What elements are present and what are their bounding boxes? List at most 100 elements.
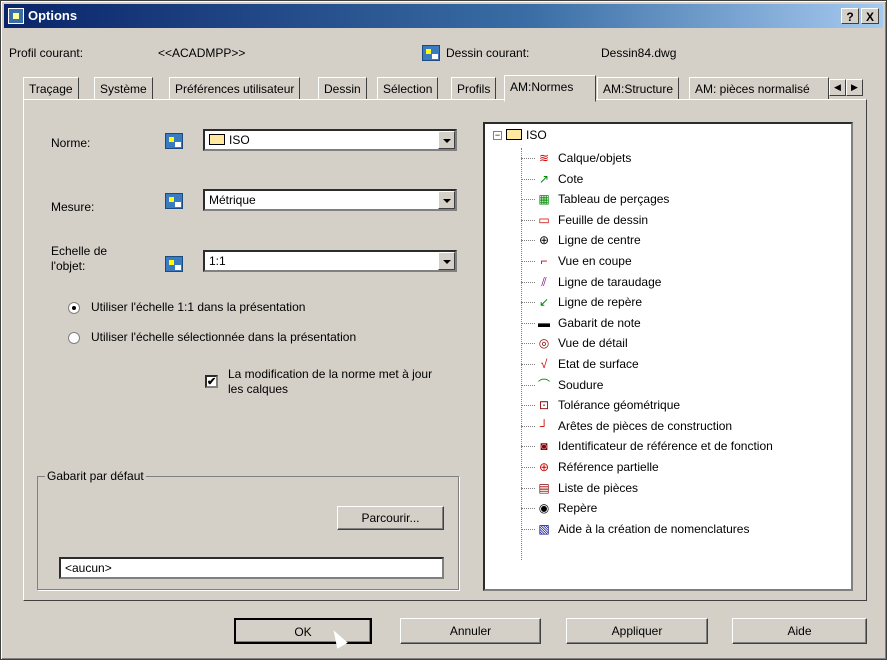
centerline-icon: ⊕ — [538, 233, 550, 248]
tab-am-normes[interactable]: AM:Normes — [504, 75, 596, 102]
tree-connector — [521, 343, 535, 345]
update-layers-label-line2[interactable]: les calques — [228, 382, 288, 396]
update-layers-label-line1[interactable]: La modification de la norme met à jour — [228, 367, 432, 381]
tab-profils[interactable]: Profils — [451, 77, 497, 100]
tree-connector — [521, 261, 535, 262]
standards-tree[interactable]: − ISO ≋ Calque/objets ↗ Cote ▦ Tableau de perç… — [483, 122, 853, 591]
radio-scale-selected-label[interactable]: Utiliser l'échelle sélectionnée dans la … — [91, 330, 356, 344]
tree-item-label: Etat de surface — [558, 357, 639, 371]
collapse-icon[interactable]: − — [493, 131, 502, 140]
tab-am-structure[interactable]: AM:Structure — [597, 77, 680, 100]
datum-target-icon: ⊕ — [538, 460, 550, 474]
tree-item-label: Tolérance géométrique — [558, 398, 681, 413]
tree-item-label: Repère — [558, 501, 598, 516]
tree-item-label: Vue en coupe — [558, 254, 632, 268]
tree-connector — [521, 158, 535, 159]
tab-selection[interactable]: Sélection — [377, 77, 439, 100]
drawing-sheet-icon: ▭ — [538, 212, 550, 227]
tree-item-label: Feuille de dessin — [558, 212, 649, 227]
tree-connector — [521, 364, 535, 365]
tree-connector — [521, 240, 535, 242]
thread-line-icon: ⫽ — [541, 274, 547, 289]
tree-item-label: Arêtes de pièces de construction — [558, 418, 733, 433]
tree-item-label: Liste de pièces — [558, 480, 639, 495]
chevron-down-icon[interactable] — [438, 131, 455, 149]
mesure-select[interactable]: Métrique — [203, 189, 457, 211]
tab-systeme[interactable]: Système — [94, 77, 153, 100]
tree-connector — [521, 199, 535, 201]
hole-table-icon: ▦ — [538, 192, 550, 207]
tab-scroll-right-icon[interactable]: ▶ — [846, 79, 863, 96]
surface-texture-icon: √ — [540, 357, 548, 371]
note-template-icon: ▬ — [538, 315, 550, 330]
browse-button[interactable]: Parcourir... — [337, 506, 444, 530]
edge-icon: ┘ — [539, 418, 549, 433]
tree-item-label: Calque/objets — [558, 151, 632, 165]
weld-icon: ⌒ — [537, 377, 550, 392]
tree-connector — [521, 425, 535, 427]
tree-root-label: ISO — [526, 128, 547, 142]
tree-connector — [521, 405, 535, 407]
tree-item-label: Soudure — [558, 377, 604, 392]
leader-line-icon: ↙ — [538, 295, 550, 310]
mesure-value: Métrique — [209, 193, 256, 207]
tree-item-label: Cote — [558, 171, 584, 186]
tree-connector — [521, 302, 535, 304]
book-icon — [209, 134, 225, 145]
window-title: Options — [28, 8, 78, 23]
section-view-icon: ⌐ — [540, 254, 548, 268]
echelle-label-line1: Echelle de — [51, 244, 108, 258]
mesure-label: Mesure: — [51, 200, 95, 214]
drawing-label: Dessin courant: — [446, 46, 530, 60]
drawing-value: Dessin84.dwg — [601, 46, 677, 60]
echelle-select[interactable]: 1:1 — [203, 250, 457, 272]
norme-label: Norme: — [51, 136, 91, 150]
tab-am-pieces[interactable]: AM: pièces normalisé — [689, 77, 829, 100]
app-icon — [8, 8, 24, 24]
chevron-down-icon[interactable] — [438, 252, 455, 270]
tab-strip: Traçage Système Préférences utilisateur … — [23, 75, 867, 102]
echelle-value: 1:1 — [209, 254, 226, 268]
tree-item-label: Ligne de taraudage — [558, 274, 662, 289]
apply-button[interactable]: Appliquer — [566, 618, 708, 644]
geometric-tolerance-icon: ⊡ — [538, 398, 550, 413]
layers-icon: ≋ — [538, 151, 550, 165]
tree-item-label: Ligne de repère — [558, 295, 643, 310]
cancel-button[interactable]: Annuler — [400, 618, 541, 644]
ok-button[interactable]: OK — [234, 618, 372, 644]
tree-connector — [521, 487, 535, 489]
update-layers-checkbox[interactable]: ✔ — [205, 375, 218, 388]
norme-value: ISO — [229, 133, 250, 147]
tab-preferences[interactable]: Préférences utilisateur — [169, 77, 301, 100]
drawing-icon — [422, 45, 440, 61]
norme-select[interactable]: ISO — [203, 129, 457, 151]
balloon-icon: ◉ — [538, 501, 550, 516]
radio-scale-1-1[interactable] — [68, 302, 80, 314]
tree-connector — [521, 446, 535, 448]
tree-connector — [521, 219, 535, 221]
close-icon[interactable]: X — [861, 8, 879, 24]
tab-scroll-left-icon[interactable]: ◀ — [829, 79, 846, 96]
help-button[interactable]: Aide — [732, 618, 867, 644]
tree-item-label: Tableau de perçages — [558, 192, 670, 207]
tree-connector — [521, 467, 535, 468]
norme-icon — [165, 133, 183, 149]
tree-connector — [521, 281, 535, 283]
tab-dessin[interactable]: Dessin — [318, 77, 367, 100]
tree-item-label: Vue de détail — [558, 336, 628, 351]
template-path-input[interactable]: <aucun> — [59, 557, 444, 579]
title-bar[interactable]: Options ? X — [4, 4, 883, 28]
tree-item-label: Identificateur de référence et de foncti… — [558, 439, 773, 454]
help-icon[interactable]: ? — [841, 8, 859, 24]
tab-tracage[interactable]: Traçage — [23, 77, 79, 100]
radio-scale-1-1-label[interactable]: Utiliser l'échelle 1:1 dans la présentat… — [91, 300, 305, 314]
template-group-title: Gabarit par défaut — [45, 469, 146, 483]
radio-scale-selected[interactable] — [68, 332, 80, 344]
tree-connector — [521, 178, 535, 180]
profile-value: <<ACADMPP>> — [158, 46, 246, 60]
parts-list-icon: ▤ — [538, 480, 550, 495]
chevron-down-icon[interactable] — [438, 191, 455, 209]
tree-guide-line — [521, 148, 522, 560]
bom-icon: ▧ — [538, 521, 550, 536]
tree-root-iso[interactable]: − ISO — [493, 128, 547, 142]
